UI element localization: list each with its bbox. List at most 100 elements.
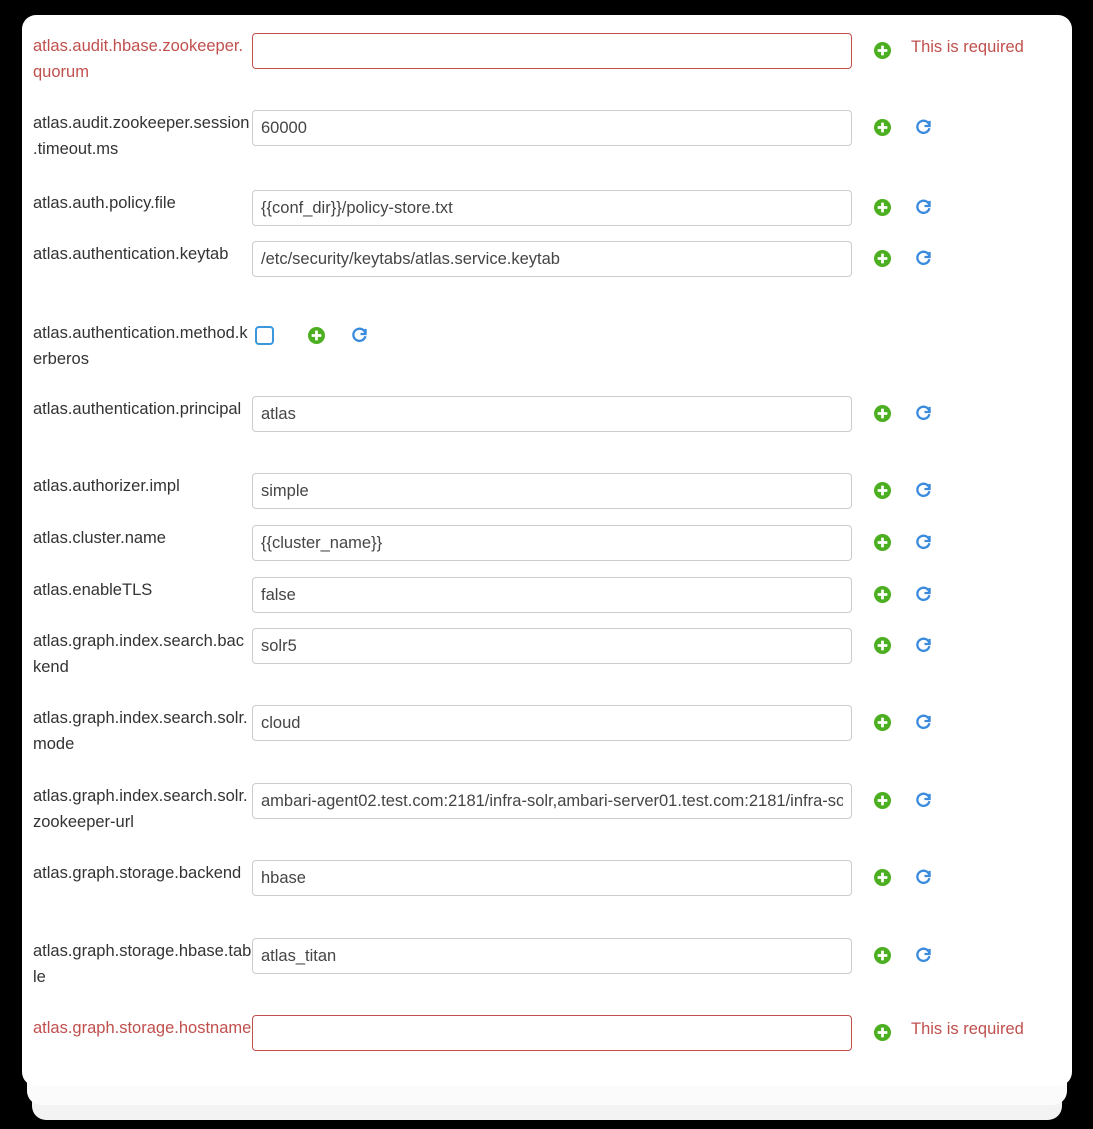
property-name-label: atlas.authentication.method.kerberos bbox=[33, 324, 248, 368]
property-control bbox=[252, 1015, 854, 1051]
revert-icon[interactable] bbox=[915, 481, 933, 499]
plus-circle-icon[interactable] bbox=[874, 792, 891, 809]
property-name-label: atlas.authorizer.impl bbox=[33, 477, 180, 495]
property-control bbox=[252, 241, 854, 277]
plus-circle-icon[interactable] bbox=[874, 482, 891, 499]
property-value-input[interactable] bbox=[252, 628, 852, 664]
plus-circle-icon[interactable] bbox=[874, 637, 891, 654]
property-actions bbox=[854, 577, 1072, 603]
property-value-input[interactable] bbox=[252, 1015, 852, 1051]
config-property-row: atlas.authentication.keytab bbox=[22, 241, 1072, 277]
property-actions bbox=[854, 190, 1072, 216]
plus-circle-icon[interactable] bbox=[874, 869, 891, 886]
property-name-label: atlas.audit.hbase.zookeeper.quorum bbox=[33, 37, 244, 81]
property-control bbox=[252, 577, 854, 613]
property-name-label: atlas.graph.index.search.solr.mode bbox=[33, 709, 248, 753]
config-property-row: atlas.graph.index.search.backend bbox=[22, 628, 1072, 680]
property-value-input[interactable] bbox=[252, 577, 852, 613]
property-control bbox=[252, 473, 854, 509]
config-property-row: atlas.auth.policy.file bbox=[22, 190, 1072, 226]
validation-error-message: This is required bbox=[911, 38, 1024, 56]
revert-icon[interactable] bbox=[915, 198, 933, 216]
config-property-row: atlas.graph.storage.hbase.table bbox=[22, 938, 1072, 990]
checkbox-icon[interactable] bbox=[255, 326, 274, 345]
property-control bbox=[252, 33, 854, 69]
property-control bbox=[252, 525, 854, 561]
config-property-row: atlas.audit.hbase.zookeeper.quorum This i… bbox=[22, 33, 1072, 85]
property-control bbox=[252, 320, 282, 350]
config-properties-panel: atlas.audit.hbase.zookeeper.quorum This i… bbox=[22, 15, 1072, 1086]
revert-icon[interactable] bbox=[351, 326, 369, 344]
property-value-input[interactable] bbox=[252, 241, 852, 277]
config-property-row: atlas.audit.zookeeper.session.timeout.ms bbox=[22, 110, 1072, 162]
property-control bbox=[252, 628, 854, 664]
plus-circle-icon[interactable] bbox=[874, 199, 891, 216]
revert-icon[interactable] bbox=[915, 713, 933, 731]
revert-icon[interactable] bbox=[915, 636, 933, 654]
property-value-input[interactable] bbox=[252, 33, 852, 69]
plus-circle-icon[interactable] bbox=[308, 327, 325, 344]
property-name-label: atlas.auth.policy.file bbox=[33, 194, 176, 212]
config-property-row: atlas.graph.index.search.solr.mode bbox=[22, 705, 1072, 757]
property-name-label: atlas.audit.zookeeper.session.timeout.ms bbox=[33, 114, 250, 158]
property-value-input[interactable] bbox=[252, 396, 852, 432]
plus-circle-icon[interactable] bbox=[874, 250, 891, 267]
plus-circle-icon[interactable] bbox=[874, 586, 891, 603]
property-name-label: atlas.graph.index.search.backend bbox=[33, 632, 244, 676]
plus-circle-icon[interactable] bbox=[874, 714, 891, 731]
config-property-row: atlas.authentication.method.kerberos bbox=[22, 320, 1072, 372]
plus-circle-icon[interactable] bbox=[874, 1024, 891, 1041]
revert-icon[interactable] bbox=[915, 404, 933, 422]
property-value-input[interactable] bbox=[252, 525, 852, 561]
config-property-row: atlas.cluster.name bbox=[22, 525, 1072, 561]
revert-icon[interactable] bbox=[915, 868, 933, 886]
property-control bbox=[252, 783, 854, 819]
property-actions: This is required bbox=[854, 33, 1072, 60]
property-value-input[interactable] bbox=[252, 938, 852, 974]
property-actions bbox=[854, 783, 1072, 809]
property-actions bbox=[282, 320, 1072, 344]
property-control bbox=[252, 705, 854, 741]
revert-icon[interactable] bbox=[915, 946, 933, 964]
property-value-input[interactable] bbox=[252, 860, 852, 896]
property-name-label: atlas.graph.storage.hbase.table bbox=[33, 942, 252, 986]
property-actions: This is required bbox=[854, 1015, 1072, 1042]
property-control bbox=[252, 396, 854, 432]
property-actions bbox=[854, 938, 1072, 964]
property-name-label: atlas.enableTLS bbox=[33, 581, 153, 599]
revert-icon[interactable] bbox=[915, 118, 933, 136]
property-value-input[interactable] bbox=[252, 190, 852, 226]
property-name-label: atlas.authentication.keytab bbox=[33, 245, 229, 263]
plus-circle-icon[interactable] bbox=[874, 947, 891, 964]
property-value-input[interactable] bbox=[252, 705, 852, 741]
property-actions bbox=[854, 473, 1072, 499]
config-property-row: atlas.authentication.principal bbox=[22, 396, 1072, 432]
revert-icon[interactable] bbox=[915, 585, 933, 603]
config-property-row: atlas.graph.storage.hostname This is requ… bbox=[22, 1015, 1072, 1051]
property-value-input[interactable] bbox=[252, 473, 852, 509]
revert-icon[interactable] bbox=[915, 533, 933, 551]
revert-icon[interactable] bbox=[915, 791, 933, 809]
revert-icon[interactable] bbox=[915, 249, 933, 267]
property-actions bbox=[854, 860, 1072, 886]
property-value-input[interactable] bbox=[252, 110, 852, 146]
property-control bbox=[252, 938, 854, 974]
config-property-row: atlas.graph.storage.backend bbox=[22, 860, 1072, 896]
property-control bbox=[252, 860, 854, 896]
property-control bbox=[252, 190, 854, 226]
property-name-label: atlas.graph.storage.hostname bbox=[33, 1019, 252, 1037]
property-name-label: atlas.graph.storage.backend bbox=[33, 864, 242, 882]
property-actions bbox=[854, 705, 1072, 731]
plus-circle-icon[interactable] bbox=[874, 119, 891, 136]
property-actions bbox=[854, 241, 1072, 267]
property-name-label: atlas.cluster.name bbox=[33, 529, 166, 547]
config-property-row: atlas.enableTLS bbox=[22, 577, 1072, 613]
property-control bbox=[252, 110, 854, 146]
property-value-input[interactable] bbox=[252, 783, 852, 819]
config-property-row: atlas.authorizer.impl bbox=[22, 473, 1072, 509]
property-actions bbox=[854, 628, 1072, 654]
property-actions bbox=[854, 396, 1072, 422]
plus-circle-icon[interactable] bbox=[874, 534, 891, 551]
plus-circle-icon[interactable] bbox=[874, 42, 891, 59]
plus-circle-icon[interactable] bbox=[874, 405, 891, 422]
